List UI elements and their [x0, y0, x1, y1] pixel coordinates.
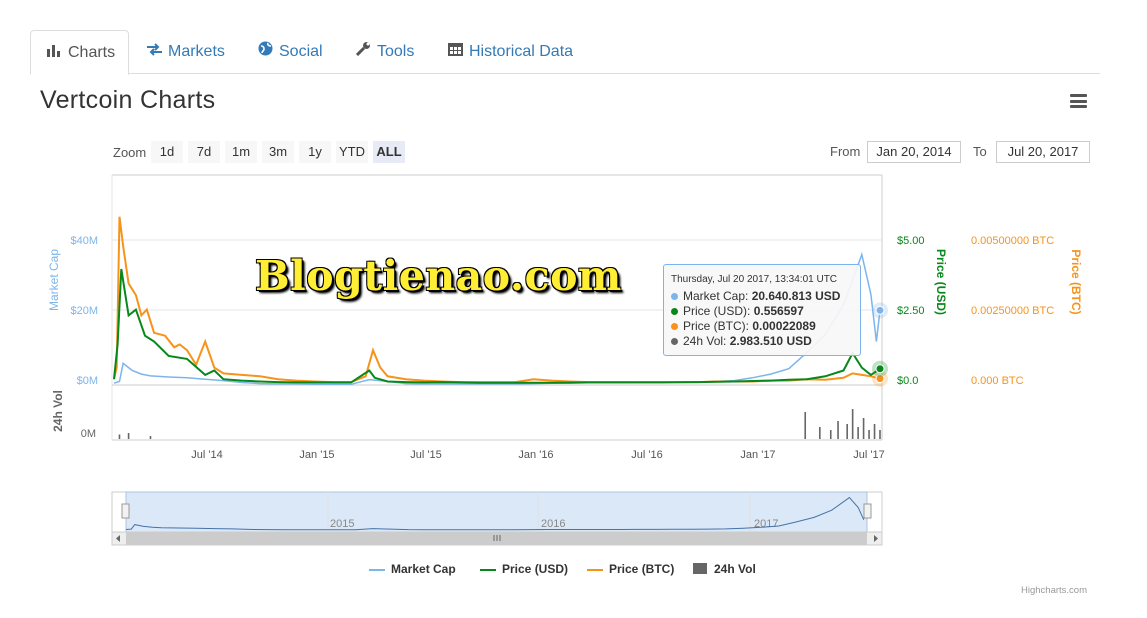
chart-tooltip: Thursday, Jul 20 2017, 13:34:01 UTC Mark…: [663, 264, 861, 356]
tooltip-row-24h-vol: 24h Vol: 2.983.510 USD: [671, 334, 812, 348]
volume-bar: [879, 430, 881, 439]
watermark-text: Blogtienao.com: [255, 252, 622, 300]
tick-label-market-cap: $20M: [70, 305, 98, 317]
dot-icon: [671, 308, 678, 316]
tick-label-price-btc: 0.00500000 BTC: [971, 235, 1054, 247]
tick-label-volume: 0M: [81, 428, 96, 440]
tooltip-label: 24h Vol:: [683, 334, 727, 348]
x-tick-label: Jul '14: [191, 449, 222, 461]
series-price-usd-hover-point[interactable]: [875, 364, 885, 374]
dot-icon: [671, 323, 678, 331]
credits-link[interactable]: Highcharts.com: [1021, 585, 1087, 596]
volume-bar: [118, 434, 121, 439]
navigator-left-handle[interactable]: [121, 503, 130, 519]
tooltip-label: Price (USD):: [683, 304, 751, 318]
x-tick-label: Jan '16: [518, 449, 553, 461]
axis-title-market-cap: Market Cap: [47, 249, 61, 311]
tooltip-value: 0.00022089: [752, 319, 816, 333]
axis-title-price-btc: Price (BTC): [1069, 249, 1083, 314]
volume-bar: [868, 430, 870, 439]
tooltip-value: 20.640.813 USD: [751, 289, 841, 303]
volume-bar: [127, 433, 130, 439]
price-chart: Market Cap 24h Vol Price (USD) Price (BT…: [47, 174, 1083, 546]
tooltip-label: Market Cap:: [683, 289, 749, 303]
legend-label: Price (BTC): [609, 562, 675, 576]
tick-label-price-btc: 0.000 BTC: [971, 375, 1024, 387]
axis-title-price-usd: Price (USD): [934, 249, 948, 315]
legend-label: Market Cap: [391, 562, 456, 576]
tick-label-market-cap: $0M: [77, 375, 98, 387]
legend-line-icon: [587, 568, 603, 571]
volume-bar: [149, 436, 152, 439]
tooltip-row-market-cap: Market Cap: 20.640.813 USD: [671, 289, 840, 303]
x-tick-label: Jul '17: [853, 449, 884, 461]
x-tick-label: Jan '15: [299, 449, 334, 461]
legend-label: Price (USD): [502, 562, 569, 576]
tooltip-label: Price (BTC):: [683, 319, 749, 333]
volume-bar: [851, 409, 854, 439]
navigator-tick-label: 2016: [541, 518, 565, 530]
dot-icon: [671, 338, 678, 346]
tick-label-price-usd: $5.00: [897, 235, 925, 247]
tick-label-price-btc: 0.00250000 BTC: [971, 305, 1054, 317]
x-axis: Jul '14 Jan '15 Jul '15 Jan '16 Jul '16 …: [191, 449, 884, 461]
x-tick-label: Jan '17: [740, 449, 775, 461]
volume-bar: [857, 427, 859, 439]
tooltip-value: 2.983.510 USD: [729, 334, 812, 348]
legend-line-icon: [369, 568, 385, 571]
volume-bar: [804, 412, 807, 439]
navigator-tick-label: 2017: [754, 518, 778, 530]
tooltip-value: 0.556597: [753, 304, 804, 318]
tick-label-market-cap: $40M: [70, 235, 98, 247]
legend-line-icon: [480, 568, 496, 571]
legend-item-price-usd[interactable]: Price (USD): [480, 562, 568, 576]
tooltip-header: Thursday, Jul 20 2017, 13:34:01 UTC: [671, 274, 838, 285]
volume-bar: [873, 424, 876, 439]
x-tick-label: Jul '16: [631, 449, 662, 461]
x-tick-label: Jul '15: [410, 449, 441, 461]
legend-item-price-btc[interactable]: Price (BTC): [587, 562, 674, 576]
axis-title-volume: 24h Vol: [51, 390, 65, 432]
volume-bar: [846, 424, 848, 439]
legend-item-market-cap[interactable]: Market Cap: [369, 562, 456, 576]
tooltip-row-price-usd: Price (USD): 0.556597: [671, 304, 804, 318]
tick-label-price-usd: $0.0: [897, 375, 918, 387]
series-market-cap-hover-point[interactable]: [875, 305, 885, 315]
volume-bar: [829, 430, 832, 439]
legend-box-icon: [693, 563, 707, 574]
series-24h-vol: [118, 409, 881, 439]
tick-label-price-usd: $2.50: [897, 305, 925, 317]
legend-label: 24h Vol: [714, 562, 756, 576]
volume-bar: [837, 421, 839, 439]
dot-icon: [671, 293, 678, 301]
legend-item-24h-vol[interactable]: 24h Vol: [693, 562, 756, 576]
volume-bar: [862, 418, 865, 439]
tooltip-row-price-btc: Price (BTC): 0.00022089: [671, 319, 816, 333]
navigator-right-handle[interactable]: [863, 503, 872, 519]
navigator-tick-label: 2015: [330, 518, 354, 530]
volume-bar: [819, 427, 821, 439]
